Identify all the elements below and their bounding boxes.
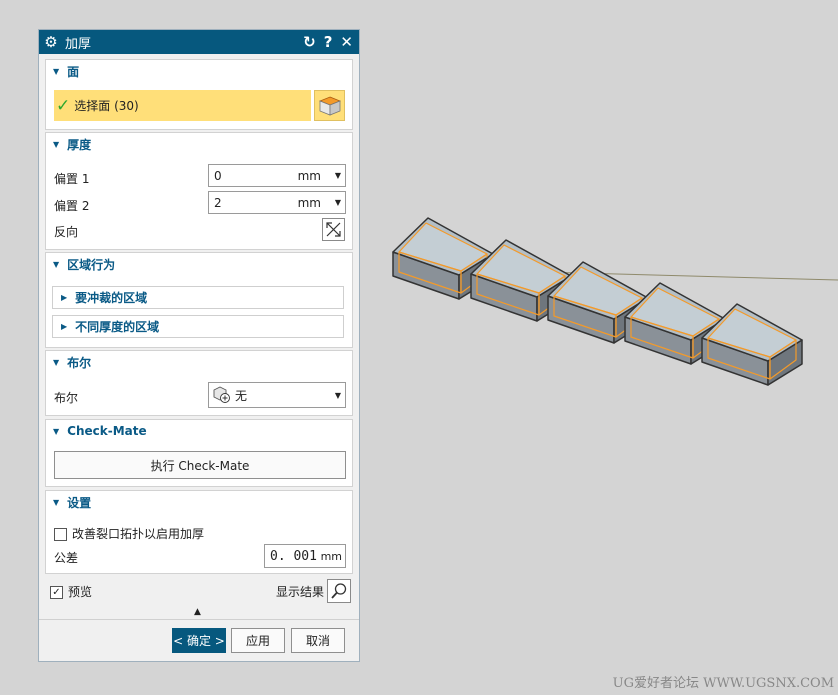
offset1-label: 偏置 1 (54, 172, 90, 186)
dialog-title: 加厚 (65, 36, 92, 52)
dialog-titlebar: ⚙ 加厚 ↻ ? ✕ (39, 30, 359, 54)
collapse-icon: ▼ (53, 497, 60, 507)
preview-checkbox[interactable]: ✓ (50, 586, 63, 599)
dropdown-arrow-icon[interactable]: ▼ (331, 198, 345, 207)
checkmate-group-title: Check-Mate (67, 424, 147, 438)
preview-option[interactable]: ✓ 预览 (50, 583, 92, 600)
boolean-group-header[interactable]: ▼ 布尔 (46, 351, 352, 373)
expand-icon: ▶ (61, 322, 68, 331)
collapse-icon: ▼ (53, 66, 60, 76)
close-icon[interactable]: ✕ (340, 33, 353, 51)
offset2-input[interactable]: 2 mm ▼ (208, 191, 346, 214)
thicken-dialog: ⚙ 加厚 ↻ ? ✕ ▼ 面 ✓ 选择面 (30) ▼ 厚度 偏置 1 0 mm… (38, 29, 360, 662)
offset2-value: 2 (214, 195, 222, 210)
settings-group-title: 设置 (67, 495, 92, 510)
boolean-group: ▼ 布尔 布尔 无 ▼ (45, 350, 353, 416)
boolean-group-title: 布尔 (67, 355, 92, 370)
collapse-up-icon[interactable]: ▲ (194, 607, 201, 617)
thickness-group: ▼ 厚度 偏置 1 0 mm ▼ 偏置 2 2 mm ▼ 反向 (45, 132, 353, 250)
select-face-label: 选择面 (30) (74, 99, 139, 113)
tolerance-label: 公差 (54, 551, 79, 565)
region-behavior-group: ▼ 区域行为 ▶ 要冲裁的区域 ▶ 不同厚度的区域 (45, 252, 353, 348)
face-group-header[interactable]: ▼ 面 (46, 60, 352, 82)
offset2-unit: mm (297, 195, 321, 210)
settings-group: ▼ 设置 改善裂口拓扑以启用加厚 公差 0. 001 mm (45, 490, 353, 574)
watermark-text: UG爱好者论坛 WWW.UGSNX.COM (612, 676, 834, 691)
region-group-header[interactable]: ▼ 区域行为 (46, 253, 352, 275)
checkmate-group: ▼ Check-Mate 执行 Check-Mate (45, 419, 353, 487)
gear-icon[interactable]: ⚙ (39, 30, 63, 54)
collapse-icon: ▼ (53, 259, 60, 269)
boolean-label: 布尔 (54, 391, 79, 405)
select-face-row[interactable]: ✓ 选择面 (30) (54, 90, 311, 121)
reverse-label: 反向 (54, 225, 79, 239)
punch-region-label: 要冲裁的区域 (75, 291, 148, 305)
apply-button[interactable]: 应用 (231, 628, 285, 653)
tolerance-input[interactable]: 0. 001 mm (264, 544, 346, 568)
boolean-select[interactable]: 无 ▼ (208, 382, 346, 408)
checkmark-icon: ✓ (56, 95, 71, 116)
face-group: ▼ 面 ✓ 选择面 (30) (45, 59, 353, 130)
checkmate-group-header[interactable]: ▼ Check-Mate (46, 420, 352, 442)
expand-icon: ▶ (61, 293, 68, 302)
footer-divider (39, 619, 359, 620)
improve-topology-checkbox[interactable] (54, 528, 67, 541)
collapse-icon: ▼ (53, 426, 60, 436)
improve-topology-label: 改善裂口拓扑以启用加厚 (72, 527, 205, 541)
preview-label: 预览 (68, 585, 93, 599)
reverse-arrow-icon (326, 222, 341, 237)
box-group (392, 217, 803, 386)
show-result-label: 显示结果 (276, 585, 325, 599)
varying-thickness-label: 不同厚度的区域 (75, 320, 160, 334)
settings-group-header[interactable]: ▼ 设置 (46, 491, 352, 513)
collapse-icon: ▼ (53, 357, 60, 367)
tolerance-value: 0. 001 (270, 548, 317, 564)
thickness-group-title: 厚度 (67, 137, 92, 152)
reset-icon[interactable]: ↻ (303, 33, 316, 51)
run-checkmate-button[interactable]: 执行 Check-Mate (54, 451, 346, 479)
help-icon[interactable]: ? (324, 33, 333, 51)
offset1-value: 0 (214, 168, 222, 183)
cancel-button[interactable]: 取消 (291, 628, 345, 653)
thickness-group-header[interactable]: ▼ 厚度 (46, 133, 352, 155)
dropdown-arrow-icon[interactable]: ▼ (331, 391, 345, 400)
boolean-value: 无 (235, 388, 248, 403)
face-selection-button[interactable] (314, 90, 345, 121)
face-group-title: 面 (67, 64, 80, 79)
show-result-button[interactable] (327, 579, 351, 603)
collapse-icon: ▼ (53, 139, 60, 149)
tolerance-unit: mm (320, 549, 342, 563)
ok-button[interactable]: < 确定 > (172, 628, 226, 653)
offset1-input[interactable]: 0 mm ▼ (208, 164, 346, 187)
cube-face-icon (318, 96, 341, 116)
improve-topology-option[interactable]: 改善裂口拓扑以启用加厚 (54, 525, 204, 542)
varying-thickness-subgroup[interactable]: ▶ 不同厚度的区域 (52, 315, 344, 338)
offset1-unit: mm (297, 168, 321, 183)
dropdown-arrow-icon[interactable]: ▼ (331, 171, 345, 180)
reverse-direction-button[interactable] (322, 218, 345, 241)
region-group-title: 区域行为 (67, 257, 116, 272)
offset2-label: 偏置 2 (54, 199, 90, 213)
magnifier-icon (331, 583, 347, 599)
punch-region-subgroup[interactable]: ▶ 要冲裁的区域 (52, 286, 344, 309)
boolean-none-icon (213, 386, 230, 403)
